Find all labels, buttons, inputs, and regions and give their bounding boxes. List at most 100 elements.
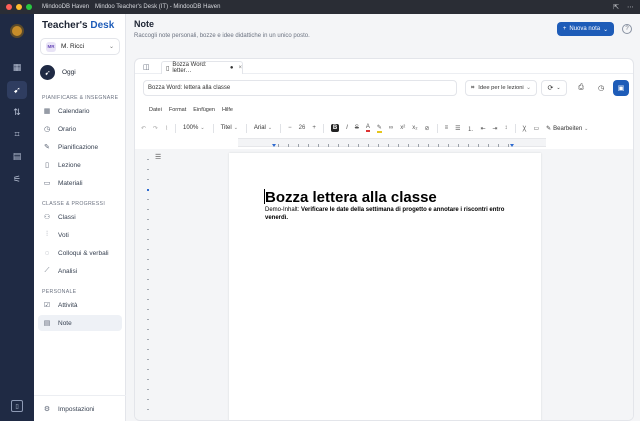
menu-bar: Datei Format Einfügen Hilfe <box>149 107 233 113</box>
line-spacing-icon[interactable]: ↕ <box>505 125 508 131</box>
bullet-list-icon[interactable]: ☰ <box>455 125 460 132</box>
menu-datei[interactable]: Datei <box>149 107 162 113</box>
menu-hilfe[interactable]: Hilfe <box>222 107 233 113</box>
user-switcher[interactable]: MR M. Ricci ⌄ <box>40 38 120 55</box>
save-button[interactable]: ▣ <box>613 80 629 96</box>
chevron-down-icon: ⌄ <box>603 26 609 33</box>
format-toolbar: ↶ ↷ ⌇ 100% ⌄ Titel ⌄ Arial ⌄ − 26 + B I S A… <box>141 121 629 135</box>
strikethrough-icon[interactable]: S <box>355 125 359 131</box>
sidebar-item-voti[interactable]: ⫶ Voti <box>38 227 122 243</box>
more-icon[interactable]: ⋯ <box>627 3 634 11</box>
text-color-icon[interactable]: A <box>365 124 370 132</box>
brand: Teacher's Desk <box>42 20 115 31</box>
horizontal-ruler[interactable] <box>238 138 546 147</box>
new-note-button[interactable]: + Nuova nota ⌄ <box>557 22 614 36</box>
main-content: Note Raccogli note personali, bozze e id… <box>126 14 640 421</box>
note-icon: ▤ <box>43 320 51 327</box>
sidebar-item-calendario[interactable]: ▦ Calendario <box>38 103 122 119</box>
menu-einfuegen[interactable]: Einfügen <box>193 107 215 113</box>
sidebar-toggle-icon[interactable]: ◫ <box>143 63 150 71</box>
numbered-list-icon[interactable]: ⒈ <box>467 124 473 133</box>
tab-document[interactable]: ▯ Bozza Word: letter… ● × <box>161 61 243 74</box>
minimize-window-button[interactable] <box>16 4 22 10</box>
tab-row: ◫ ▯ Bozza Word: letter… ● × <box>135 59 633 74</box>
undo-icon[interactable]: ↶ <box>141 125 146 132</box>
align-icon[interactable]: ≡ <box>445 125 449 131</box>
superscript-icon[interactable]: x² <box>400 125 405 131</box>
sidebar-item-colloqui[interactable]: ◌ Colloqui & verbali <box>38 245 122 261</box>
history-icon: ◷ <box>597 85 605 92</box>
help-icon[interactable]: ? <box>622 24 632 34</box>
sidebar-item-analisi[interactable]: ⟋ Analisi <box>38 263 122 279</box>
swap-icon[interactable]: ⇅ <box>7 103 27 121</box>
style-select[interactable]: Titel ⌄ <box>221 125 238 131</box>
sidebar-item-settings[interactable]: ⚙ Impostazioni <box>38 402 95 416</box>
checklist-icon: ☑ <box>43 302 51 309</box>
close-icon[interactable]: × <box>238 65 242 71</box>
right-margin-marker[interactable] <box>510 144 514 147</box>
sync-button[interactable]: ⟳ ⌄ <box>541 80 567 96</box>
italic-icon[interactable]: I <box>346 125 348 131</box>
category-select[interactable]: ⌗ Idee per le lezioni ⌄ <box>465 80 537 96</box>
sliders-icon[interactable]: ⚟ <box>7 170 27 188</box>
bold-icon[interactable]: B <box>330 124 340 132</box>
decrease-size-icon[interactable]: − <box>288 125 292 131</box>
sidebar-item-note[interactable]: ▤ Note <box>38 315 122 331</box>
sidebar-item-attivita[interactable]: ☑ Attività <box>38 297 122 313</box>
database-icon[interactable]: ▤ <box>7 147 27 165</box>
sidebar-item-orario[interactable]: ◷ Orario <box>38 121 122 137</box>
panel-toggle-icon[interactable]: ▯ <box>11 400 23 412</box>
paint-format-icon[interactable]: ⌇ <box>165 125 168 132</box>
indent-increase-icon[interactable]: ⇥ <box>493 125 498 132</box>
history-button[interactable]: ◷ <box>593 80 609 96</box>
maximize-window-button[interactable] <box>26 4 32 10</box>
app-logo-icon <box>10 24 24 38</box>
page-title: Note <box>134 19 154 29</box>
link-icon[interactable]: ∞ <box>389 125 393 131</box>
chat-icon: ◌ <box>44 249 50 257</box>
sidebar-item-pianificazione[interactable]: ✎ Pianificazione <box>38 139 122 155</box>
outline-icon[interactable]: ☰ <box>155 153 165 163</box>
scan-icon[interactable]: ⌗ <box>7 125 27 143</box>
document-paragraph[interactable]: Demo-Inhalt: Verificare le date della se… <box>265 206 505 222</box>
document-heading[interactable]: Bozza lettera alla classe <box>265 189 437 206</box>
sidebar-item-today[interactable]: ➹ Oggi <box>40 65 76 80</box>
clear-format-icon[interactable]: ⊘ <box>425 125 430 132</box>
sidebar-item-classi[interactable]: ⚇ Classi <box>38 209 122 225</box>
redo-icon[interactable]: ↷ <box>153 125 158 132</box>
font-select[interactable]: Arial ⌄ <box>254 125 272 131</box>
sidebar: Teacher's Desk MR M. Ricci ⌄ ➹ Oggi PIAN… <box>34 14 126 421</box>
section-label: CLASSE & PROGRESSI <box>42 201 106 207</box>
menu-format[interactable]: Format <box>169 107 186 113</box>
unsaved-indicator: ● <box>229 65 234 71</box>
rocket-icon[interactable]: ➹ <box>7 81 27 99</box>
document-canvas: ☰ Bozza lettera alla classe Demo-Inhalt:… <box>135 149 633 420</box>
increase-size-icon[interactable]: + <box>312 125 316 131</box>
gear-icon: ⚙ <box>43 406 51 413</box>
sidebar-item-lezione[interactable]: ▯ Lezione <box>38 157 122 173</box>
indent-decrease-icon[interactable]: ⇤ <box>480 125 485 132</box>
dashboard-icon[interactable]: ▦ <box>7 58 27 76</box>
pencil-icon: ✎ <box>44 144 50 151</box>
document-page[interactable]: Bozza lettera alla classe Demo-Inhalt: V… <box>229 153 541 420</box>
close-window-button[interactable] <box>6 4 12 10</box>
document-icon: ▯ <box>166 65 170 72</box>
window-title: Mindoo Teacher's Desk (IT) - MindooDB Ha… <box>95 4 221 10</box>
note-title-input[interactable]: Bozza Word: lettera alla classe <box>143 80 457 96</box>
indent-marker[interactable] <box>272 144 276 147</box>
section-label: PIANIFICARE & INSEGNARE <box>42 95 119 101</box>
zoom-select[interactable]: 100% ⌄ <box>183 125 205 131</box>
editor-panel: ◫ ▯ Bozza Word: letter… ● × Bozza Word: … <box>134 58 634 421</box>
section-label: PERSONALE <box>42 289 77 295</box>
highlight-icon[interactable]: ✎ <box>376 124 382 133</box>
mode-select[interactable]: ✎ Bearbeiten ⌄ <box>546 125 588 132</box>
share-icon[interactable]: ⇱ <box>613 3 619 11</box>
plus-icon: + <box>562 26 567 32</box>
print-button[interactable]: ⎙ <box>573 80 589 96</box>
subscript-icon[interactable]: x₂ <box>412 125 417 131</box>
font-size-input[interactable]: 26 <box>299 125 306 131</box>
chart-icon: ⫶ <box>46 231 48 238</box>
sidebar-item-materiali[interactable]: ▭ Materiali <box>38 175 122 191</box>
clear-icon[interactable]: Ꭓ <box>523 124 527 132</box>
comment-icon[interactable]: ▭ <box>533 125 539 132</box>
